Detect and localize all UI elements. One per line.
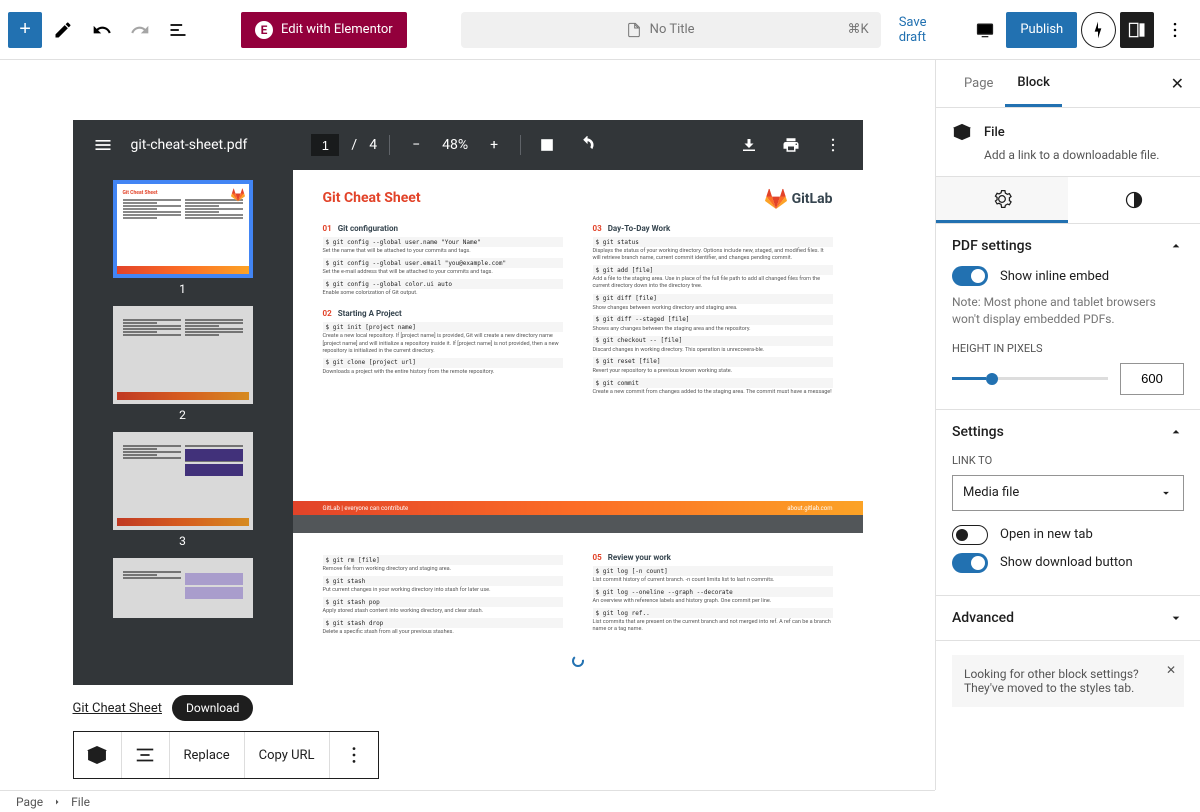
zoom-level: 48% — [442, 137, 468, 153]
pdf-menu-button[interactable] — [89, 131, 117, 159]
block-type-icon[interactable] — [74, 732, 122, 778]
height-input[interactable] — [1120, 363, 1184, 395]
pdf-thumbnail-1[interactable]: Git Cheat Sheet 1 — [113, 180, 253, 296]
chevron-up-icon — [1168, 238, 1184, 254]
pdf-filename: git-cheat-sheet.pdf — [131, 137, 248, 153]
block-more-button[interactable] — [330, 732, 378, 778]
height-slider[interactable] — [952, 377, 1108, 380]
breadcrumb-root[interactable]: Page — [16, 795, 43, 809]
pdf-title: Git Cheat Sheet — [323, 190, 833, 206]
replace-button[interactable]: Replace — [170, 732, 245, 778]
elementor-button-label: Edit with Elementor — [281, 22, 393, 37]
pdf-page-2: $ git rm [file]Remove file from working … — [293, 533, 863, 685]
block-toolbar: Replace Copy URL — [73, 731, 379, 779]
align-button[interactable] — [122, 732, 170, 778]
fit-page-button[interactable] — [533, 131, 561, 159]
settings-sidebar-toggle[interactable] — [1120, 12, 1154, 48]
thumb-label: 2 — [113, 408, 253, 422]
show-inline-label: Show inline embed — [1000, 269, 1109, 284]
styles-moved-notice: Looking for other block settings? They'v… — [952, 655, 1184, 707]
breadcrumb: Page File — [0, 790, 935, 812]
edit-mode-button[interactable] — [46, 12, 80, 48]
open-new-tab-toggle[interactable] — [952, 525, 988, 545]
download-button[interactable]: Download — [172, 695, 253, 721]
dismiss-notice-button[interactable]: ✕ — [1166, 663, 1176, 677]
pdf-settings-panel-header[interactable]: PDF settings — [952, 238, 1184, 254]
advanced-panel-header[interactable]: Advanced — [952, 610, 1184, 626]
block-description: Add a link to a downloadable file. — [984, 148, 1184, 162]
pdf-more-button[interactable] — [819, 131, 847, 159]
file-icon — [952, 122, 972, 142]
open-new-tab-label: Open in new tab — [1000, 527, 1093, 542]
rotate-button[interactable] — [573, 131, 601, 159]
zoom-in-button[interactable]: + — [480, 131, 508, 159]
redo-button[interactable] — [123, 12, 157, 48]
document-outline-button[interactable] — [161, 12, 195, 48]
settings-subtab[interactable] — [936, 177, 1068, 223]
settings-panel-header[interactable]: Settings — [952, 424, 1184, 440]
save-draft-button[interactable]: Save draft — [889, 15, 964, 45]
more-options-button[interactable] — [1158, 12, 1192, 48]
shortcut-hint: ⌘K — [848, 22, 869, 37]
chevron-down-icon — [1159, 486, 1173, 500]
tab-page[interactable]: Page — [952, 61, 1005, 107]
pdf-page-sep: / — [351, 137, 357, 153]
page-title-text: No Title — [650, 22, 695, 37]
undo-button[interactable] — [84, 12, 118, 48]
file-name-link[interactable]: Git Cheat Sheet — [73, 701, 162, 716]
page-icon — [626, 22, 642, 38]
pdf-page-total: 4 — [369, 137, 377, 153]
download-pdf-button[interactable] — [735, 131, 763, 159]
thumb-label: 1 — [113, 282, 253, 296]
pdf-thumbnail-strip: Git Cheat Sheet 1 2 — [73, 170, 293, 685]
breadcrumb-current[interactable]: File — [71, 795, 90, 809]
gear-icon — [992, 189, 1012, 209]
chevron-right-icon — [51, 796, 63, 808]
height-label: HEIGHT IN PIXELS — [952, 342, 1184, 355]
add-block-button[interactable]: + — [8, 12, 42, 48]
loading-spinner-icon — [571, 654, 585, 668]
pdf-page-input[interactable] — [311, 134, 339, 156]
page-title-button[interactable]: No Title ⌘K — [461, 12, 881, 48]
edit-with-elementor-button[interactable]: E Edit with Elementor — [241, 12, 407, 48]
link-to-select[interactable]: Media file — [952, 475, 1184, 511]
show-download-toggle[interactable] — [952, 553, 988, 573]
zoom-out-button[interactable]: − — [402, 131, 430, 159]
chevron-down-icon — [1168, 610, 1184, 626]
print-button[interactable] — [777, 131, 805, 159]
styles-subtab[interactable] — [1068, 177, 1200, 223]
contrast-icon — [1124, 190, 1144, 210]
pdf-thumbnail-4[interactable] — [113, 558, 253, 618]
block-type-label: File — [984, 125, 1005, 140]
close-sidebar-button[interactable]: ✕ — [1171, 74, 1184, 93]
chevron-up-icon — [1168, 424, 1184, 440]
jetpack-button[interactable] — [1081, 12, 1115, 48]
tab-block[interactable]: Block — [1005, 61, 1061, 107]
publish-button[interactable]: Publish — [1006, 12, 1077, 48]
preview-button[interactable] — [968, 12, 1002, 48]
copy-url-button[interactable]: Copy URL — [245, 732, 330, 778]
pdf-thumbnail-2[interactable]: 2 — [113, 306, 253, 422]
gitlab-logo: GitLab — [765, 188, 833, 210]
elementor-logo-icon: E — [255, 21, 273, 39]
show-download-label: Show download button — [1000, 555, 1133, 570]
link-to-label: LINK TO — [952, 454, 1184, 467]
pdf-thumbnail-3[interactable]: 3 — [113, 432, 253, 548]
inline-embed-note: Note: Most phone and tablet browsers won… — [952, 294, 1184, 328]
pdf-page-1: GitLab Git Cheat Sheet 01Git configurati… — [293, 170, 863, 515]
show-inline-embed-toggle[interactable] — [952, 266, 988, 286]
thumb-label: 3 — [113, 534, 253, 548]
